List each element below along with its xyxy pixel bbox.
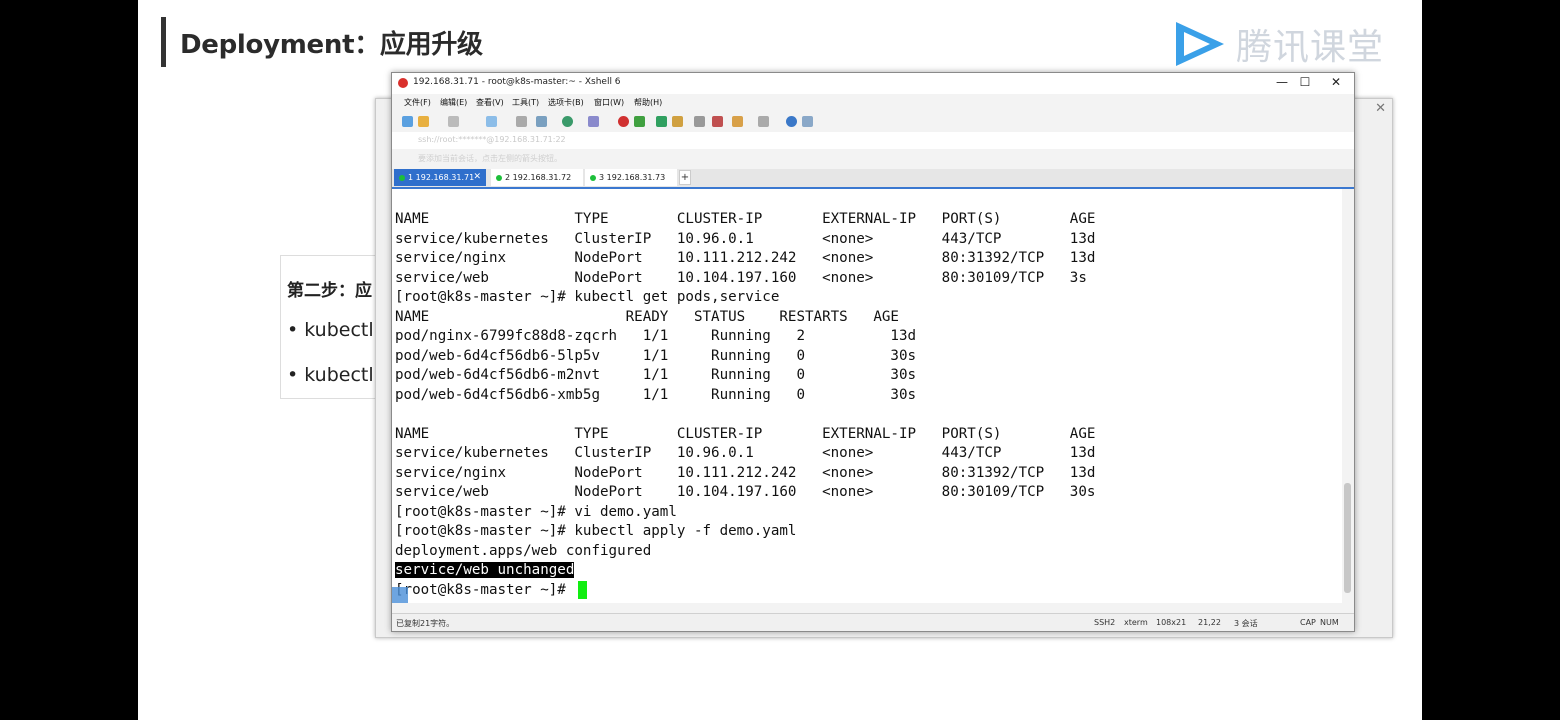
scrollbar-thumb[interactable] <box>1344 483 1351 593</box>
slide-title: Deployment：应用升级 <box>180 30 483 60</box>
chat-icon[interactable] <box>802 116 813 127</box>
terminal-line: service/web NodePort 10.104.197.160 <non… <box>395 484 1096 500</box>
terminal-prompt-line: [root@k8s-master ~]# <box>395 581 575 598</box>
status-protocol: SSH2 <box>1094 618 1116 627</box>
help-icon[interactable] <box>786 116 797 127</box>
folder-icon[interactable] <box>732 116 743 127</box>
status-num: NUM <box>1320 618 1339 627</box>
add-tab-button[interactable]: + <box>679 170 691 185</box>
tab-session-2[interactable]: 2 192.168.31.72 <box>491 169 583 186</box>
terminal-line: service/web NodePort 10.104.197.160 <non… <box>395 269 1087 286</box>
session-manager-icon[interactable] <box>392 587 408 603</box>
slide: Deployment：应用升级 腾讯课堂 第二步：应 • kubectl • k… <box>138 0 1422 720</box>
terminal-line: NAME READY STATUS RESTARTS AGE <box>395 308 899 325</box>
close-icon[interactable]: ✕ <box>1375 101 1386 116</box>
connected-dot-icon <box>590 175 596 181</box>
terminal-line: [root@k8s-master ~]# kubectl get pods,se… <box>395 289 780 305</box>
font-icon[interactable] <box>588 116 599 127</box>
fullscreen-icon[interactable] <box>656 116 667 127</box>
new-session-icon[interactable] <box>402 116 413 127</box>
status-message: 已复制21字符。 <box>396 619 455 628</box>
menu-edit[interactable]: 编辑(E) <box>440 97 467 108</box>
terminal-line: [root@k8s-master ~]# vi demo.yaml <box>395 503 677 520</box>
status-session-count: 3 会话 <box>1234 619 1258 628</box>
status-bar: 已复制21字符。 SSH2 xterm 108x21 21,22 3 会话 CA… <box>392 613 1354 631</box>
step-bullet: • kubectl <box>287 319 374 341</box>
xshell-window: 192.168.31.71 - root@k8s-master:~ - Xshe… <box>391 72 1355 632</box>
terminal-line: pod/web-6d4cf56db6-xmb5g 1/1 Running 0 3… <box>395 386 917 403</box>
tab-session-1[interactable]: 1 192.168.31.71 ✕ <box>394 169 486 186</box>
compose-icon[interactable] <box>634 116 645 127</box>
status-cursor-position: 21,22 <box>1198 618 1221 627</box>
terminal-line: pod/web-6d4cf56db6-5lp5v 1/1 Running 0 3… <box>395 347 917 364</box>
maximize-button[interactable]: ☐ <box>1295 75 1315 89</box>
tab-session-3[interactable]: 3 192.168.31.73 <box>585 169 677 186</box>
terminal-line: [root@k8s-master ~]# kubectl apply -f de… <box>395 523 797 539</box>
close-button[interactable]: ✕ <box>1326 75 1346 89</box>
window-title: 192.168.31.71 - root@k8s-master:~ - Xshe… <box>413 77 621 87</box>
vertical-scrollbar[interactable] <box>1342 189 1353 603</box>
status-terminal-size: 108x21 <box>1156 618 1187 627</box>
minimize-button[interactable]: — <box>1272 75 1292 89</box>
session-tab-bar: 1 192.168.31.71 ✕ 2 192.168.31.72 3 192.… <box>392 169 1354 189</box>
menu-help[interactable]: 帮助(H) <box>634 97 662 108</box>
terminal-output[interactable]: NAME TYPE CLUSTER-IP EXTERNAL-IP PORT(S)… <box>392 189 1342 603</box>
address-input[interactable]: ssh://root:*******@192.168.31.71:22 <box>418 135 566 144</box>
menu-file[interactable]: 文件(F) <box>404 97 431 108</box>
tencent-classroom-logo: 腾讯课堂 <box>1170 18 1384 70</box>
address-bar[interactable]: ssh://root:*******@192.168.31.71:22 <box>392 132 1354 150</box>
terminal-line: service/nginx NodePort 10.111.212.242 <n… <box>395 250 1096 266</box>
step-title: 第二步：应 <box>287 281 372 301</box>
status-terminal-type: xterm <box>1124 618 1148 627</box>
lock-icon[interactable] <box>672 116 683 127</box>
session-hint-bar: 要添加当前会话，点击左侧的箭头按钮。 <box>392 149 1354 166</box>
selected-text: service/web unchanged <box>395 562 575 578</box>
menu-window[interactable]: 窗口(W) <box>594 97 624 108</box>
terminal-line: service/kubernetes ClusterIP 10.96.0.1 <… <box>395 230 1096 247</box>
toolbar <box>392 112 1354 133</box>
open-folder-icon[interactable] <box>418 116 429 127</box>
terminal-cursor <box>578 581 587 599</box>
menu-view[interactable]: 查看(V) <box>476 97 504 108</box>
terminal-line: service/nginx NodePort 10.111.212.242 <n… <box>395 464 1096 481</box>
step-bullet: • kubectl <box>287 364 374 386</box>
terminal-line: pod/web-6d4cf56db6-m2nvt 1/1 Running 0 3… <box>395 367 917 383</box>
xshell-app-icon <box>398 78 408 88</box>
window-titlebar[interactable]: 192.168.31.71 - root@k8s-master:~ - Xshe… <box>392 73 1354 94</box>
connected-dot-icon <box>399 175 405 181</box>
find-icon[interactable] <box>516 116 527 127</box>
menu-tools[interactable]: 工具(T) <box>512 97 539 108</box>
xftp-icon[interactable] <box>618 116 629 127</box>
menu-bar: 文件(F) 编辑(E) 查看(V) 工具(T) 选项卡(B) 窗口(W) 帮助(… <box>392 94 1354 112</box>
session-hint: 要添加当前会话，点击左侧的箭头按钮。 <box>418 154 562 163</box>
terminal-line: service/kubernetes ClusterIP 10.96.0.1 <… <box>395 445 1096 461</box>
disconnect-icon[interactable] <box>448 116 459 127</box>
status-caps: CAP <box>1300 618 1316 627</box>
terminal-line: NAME TYPE CLUSTER-IP EXTERNAL-IP PORT(S)… <box>395 425 1096 442</box>
keyboard-icon[interactable] <box>694 116 705 127</box>
play-icon <box>1176 22 1224 66</box>
logo-text: 腾讯课堂 <box>1236 27 1385 68</box>
close-icon[interactable]: ✕ <box>473 172 481 182</box>
terminal-line: service/web unchanged <box>395 561 575 580</box>
terminal-line: deployment.apps/web configured <box>395 542 652 559</box>
globe-icon[interactable] <box>562 116 573 127</box>
copy-icon[interactable] <box>486 116 497 127</box>
terminal-line: pod/nginx-6799fc88d8-zqcrh 1/1 Running 2… <box>395 328 917 344</box>
title-accent-bar <box>161 17 166 67</box>
layout-icon[interactable] <box>758 116 769 127</box>
script-icon[interactable] <box>712 116 723 127</box>
connected-dot-icon <box>496 175 502 181</box>
menu-tabs[interactable]: 选项卡(B) <box>548 97 584 108</box>
print-icon[interactable] <box>536 116 547 127</box>
terminal-line: NAME TYPE CLUSTER-IP EXTERNAL-IP PORT(S)… <box>395 211 1096 227</box>
